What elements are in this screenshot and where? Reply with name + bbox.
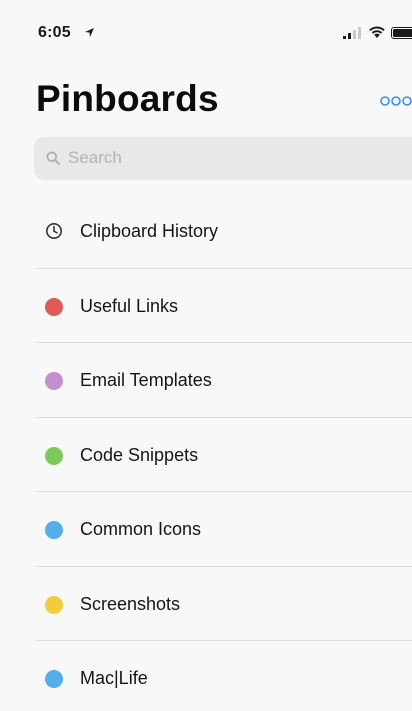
- color-dot-icon: [45, 521, 63, 539]
- clock-icon: [46, 223, 62, 239]
- search-input[interactable]: [68, 147, 368, 169]
- color-dot-icon: [45, 297, 63, 316]
- wifi-icon: [369, 26, 385, 38]
- pinboard-label: Email Templates: [80, 370, 212, 390]
- cellular-signal-icon: [343, 27, 361, 39]
- pinboard-item-common-icons[interactable]: Common Icons: [0, 492, 412, 567]
- pinboard-item-email-templates[interactable]: Email Templates: [0, 343, 412, 418]
- pinboard-item-code-snippets[interactable]: Code Snippets: [0, 418, 412, 492]
- battery-icon: [391, 27, 412, 39]
- status-time: 6:05: [38, 24, 71, 41]
- pinboard-list: Clipboard History Useful Links Email Tem…: [0, 194, 412, 711]
- page-title: Pinboards: [36, 78, 219, 119]
- status-bar: 6:05: [0, 0, 412, 66]
- pinboard-label: Code Snippets: [80, 444, 199, 465]
- pinboard-item-maclife[interactable]: Mac|Life: [0, 641, 412, 711]
- location-arrow-icon: [85, 28, 94, 37]
- pinboard-label: Screenshots: [80, 593, 181, 614]
- search-bar[interactable]: [34, 137, 412, 180]
- pinboard-item-screenshots[interactable]: Screenshots: [0, 567, 412, 641]
- color-dot-icon: [45, 372, 63, 390]
- color-dot-icon: [45, 446, 63, 465]
- pinboard-item-clipboard-history[interactable]: Clipboard History: [0, 194, 412, 269]
- pinboard-label: Common Icons: [80, 519, 202, 539]
- pinboard-label: Mac|Life: [80, 668, 148, 688]
- pinboards-screen: 6:05 Pinboards Search Clipboard History …: [0, 0, 412, 711]
- color-dot-icon: [45, 595, 63, 614]
- color-dot-icon: [45, 670, 63, 688]
- search-icon: [46, 151, 60, 165]
- pinboard-label: Useful Links: [80, 295, 179, 316]
- more-options-button[interactable]: [379, 93, 412, 109]
- pinboard-label: Clipboard History: [80, 221, 219, 241]
- pinboard-item-useful-links[interactable]: Useful Links: [0, 269, 412, 343]
